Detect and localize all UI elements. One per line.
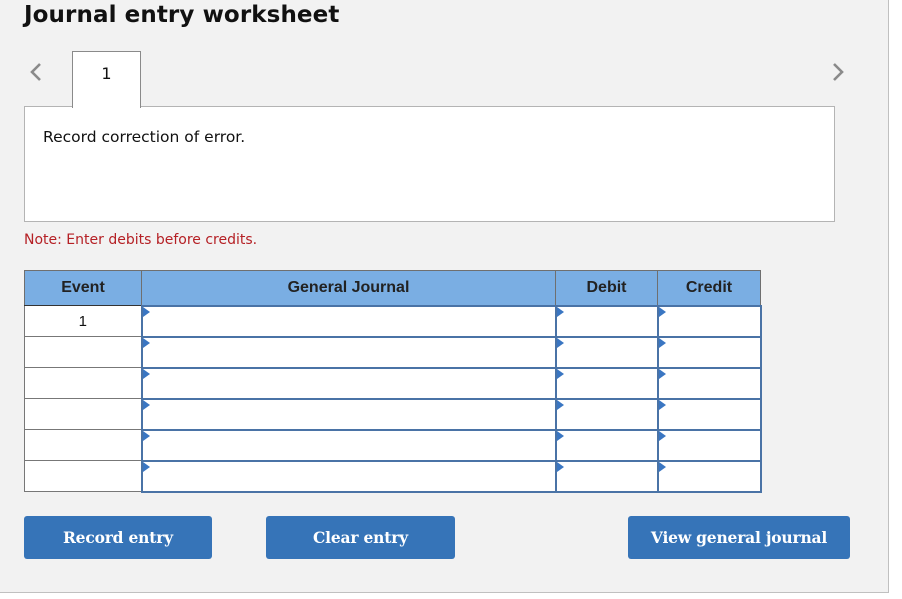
account-cell [140,335,557,369]
table-header-row: Event General Journal Debit Credit [24,270,761,306]
next-entry-button[interactable] [828,58,848,86]
debit-input[interactable] [556,337,657,367]
table-row [24,397,762,431]
credit-cell [656,459,762,493]
chevron-right-icon [833,63,844,81]
credit-cell [656,335,762,369]
account-input[interactable] [142,399,555,429]
clear-entry-button[interactable]: Clear entry [266,516,455,559]
table-row [24,459,762,493]
debit-cell [554,459,659,493]
credit-cell [656,366,762,400]
event-cell [24,336,142,368]
debit-input[interactable] [556,461,657,491]
page-title: Journal entry worksheet [24,2,340,28]
account-input[interactable] [142,337,555,367]
credit-input[interactable] [658,368,760,398]
header-general-journal: General Journal [141,270,556,306]
debit-cell [554,428,659,462]
debit-cell [554,366,659,400]
debit-input[interactable] [556,430,657,460]
table-row [24,366,762,400]
instruction-box: Record correction of error. [24,106,835,222]
worksheet-panel: Journal entry worksheet 1 Record correct… [0,0,889,593]
table-row [24,335,762,369]
credit-input[interactable] [658,430,760,460]
header-credit: Credit [657,270,761,306]
chevron-left-icon [30,63,41,81]
event-cell: 1 [24,305,142,337]
prev-entry-button[interactable] [26,58,46,86]
account-input[interactable] [142,461,555,491]
account-cell [140,428,557,462]
account-cell [140,304,557,338]
account-input[interactable] [142,368,555,398]
credit-cell [656,304,762,338]
debit-input[interactable] [556,306,657,336]
debit-input[interactable] [556,368,657,398]
account-cell [140,397,557,431]
instruction-text: Record correction of error. [43,128,246,146]
debit-input[interactable] [556,399,657,429]
event-cell [24,367,142,399]
account-cell [140,459,557,493]
debit-cell [554,335,659,369]
credit-cell [656,428,762,462]
credit-cell [656,397,762,431]
debit-cell [554,304,659,338]
account-cell [140,366,557,400]
credit-input[interactable] [658,337,760,367]
account-input[interactable] [142,430,555,460]
table-row: 1 [24,304,762,338]
credit-input[interactable] [658,306,760,336]
journal-table: Event General Journal Debit Credit 1 [24,270,762,493]
credit-input[interactable] [658,399,760,429]
note-text: Note: Enter debits before credits. [24,232,258,248]
view-general-journal-button[interactable]: View general journal [628,516,850,559]
event-cell [24,398,142,430]
tab-entry-1[interactable]: 1 [72,51,141,108]
credit-input[interactable] [658,461,760,491]
header-event: Event [24,270,142,306]
event-cell [24,460,142,492]
table-row [24,428,762,462]
tab-label: 1 [101,64,112,83]
header-debit: Debit [555,270,658,306]
debit-cell [554,397,659,431]
record-entry-button[interactable]: Record entry [24,516,212,559]
account-input[interactable] [142,306,555,336]
event-cell [24,429,142,461]
